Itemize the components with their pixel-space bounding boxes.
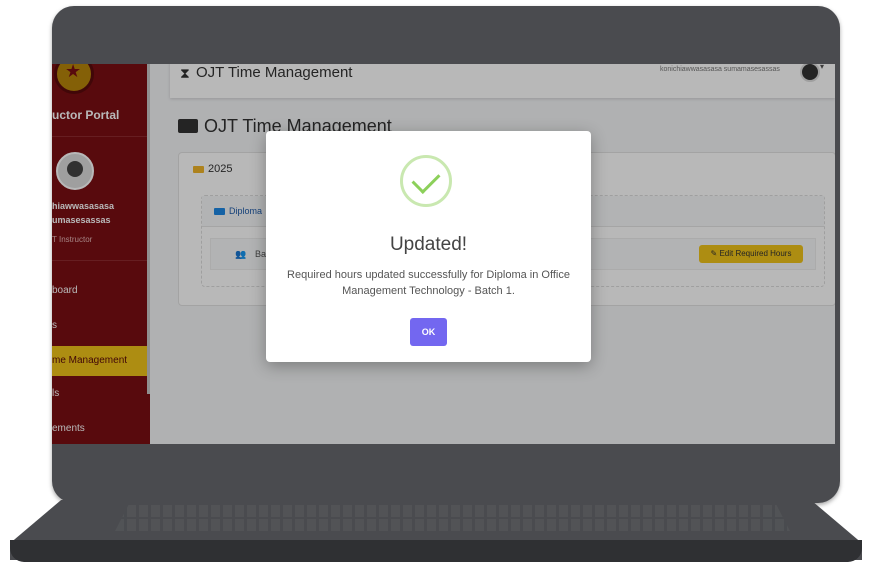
laptop-base-front [10,540,862,562]
dialog-title: Updated! [389,234,468,255]
check-mark [411,165,441,194]
dialog-message: Required hours updated successfully for … [287,269,570,297]
success-check-icon [400,155,452,207]
laptop-keyboard [115,505,790,531]
ok-button[interactable]: OK [410,318,447,346]
app-screen: uctor Portal hiawwasasasa umasesassas T … [52,64,835,444]
success-dialog: Updated! Required hours updated successf… [266,131,591,362]
